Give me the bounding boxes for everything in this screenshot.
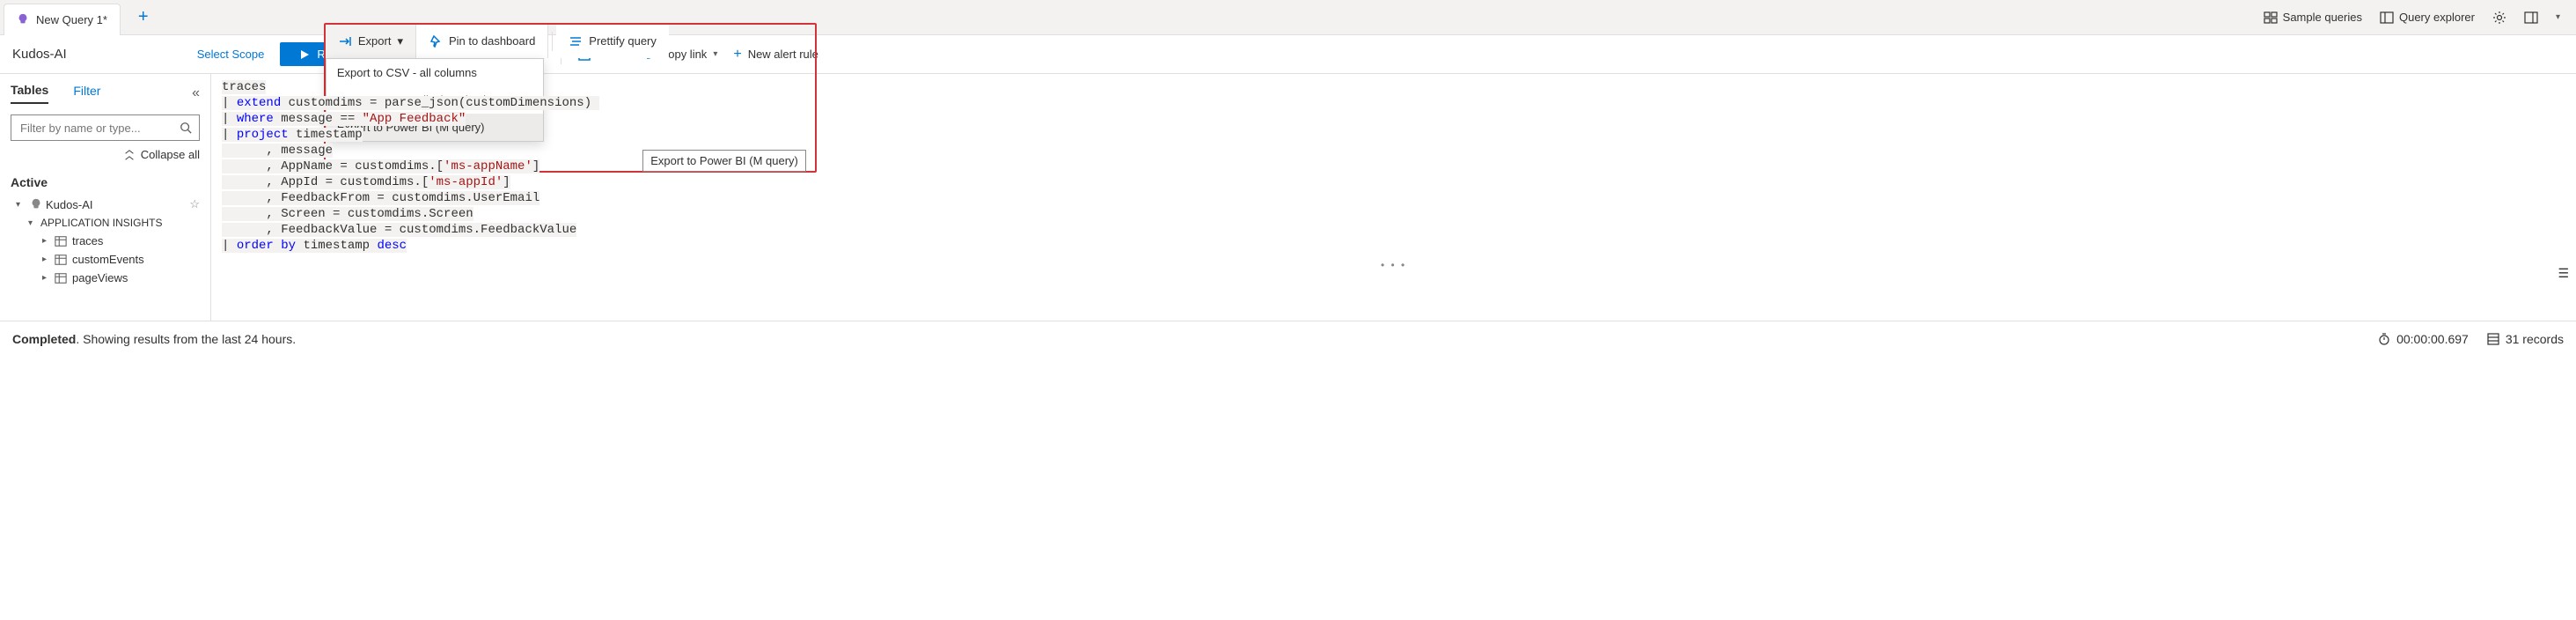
toolbar: Kudos-AI Select Scope Run Time range : L… bbox=[0, 35, 2576, 74]
favorite-star-icon[interactable]: ☆ bbox=[189, 197, 200, 211]
tables-tree: Active ▾ Kudos-AI ☆ ▾ APPLICATION INSIGH… bbox=[11, 170, 200, 287]
query-duration: 00:00:00.697 bbox=[2377, 332, 2469, 346]
records-icon bbox=[2486, 332, 2500, 346]
sidebar: Tables Filter « Collapse all Active ▾ Ku… bbox=[0, 74, 211, 321]
query-tab-bar: New Query 1* + Sample queries Query expl… bbox=[0, 0, 2576, 35]
sidebar-search-input[interactable] bbox=[18, 121, 180, 136]
tab-tables[interactable]: Tables bbox=[11, 83, 48, 104]
sidebar-collapse-chevron[interactable]: « bbox=[192, 85, 200, 101]
scroll-up-icon[interactable]: ☰ bbox=[2558, 266, 2569, 281]
lightbulb-icon bbox=[17, 13, 29, 26]
time-range-picker[interactable]: Time range : Last 24 hours bbox=[373, 42, 545, 66]
code-content: traces | extend customdims = parse_json(… bbox=[211, 74, 2576, 259]
table-icon bbox=[55, 254, 67, 266]
play-icon bbox=[299, 49, 310, 60]
run-button[interactable]: Run bbox=[280, 42, 357, 66]
search-icon bbox=[180, 122, 192, 134]
chevron-down-icon[interactable]: ▾ bbox=[2556, 12, 2560, 22]
table-icon bbox=[55, 235, 67, 247]
tree-item-customevents[interactable]: ▸ customEvents bbox=[11, 250, 200, 269]
tab-label: New Query 1* bbox=[36, 13, 107, 26]
tree-group-appinsights[interactable]: ▾ APPLICATION INSIGHTS bbox=[11, 214, 200, 232]
new-alert-rule-button[interactable]: + New alert rule bbox=[733, 47, 818, 63]
prettify-icon bbox=[569, 34, 583, 48]
status-bar: Completed. Showing results from the last… bbox=[0, 321, 2576, 356]
stopwatch-icon bbox=[2377, 332, 2391, 346]
record-count: 31 records bbox=[2486, 332, 2564, 346]
tree-root-kudos[interactable]: ▾ Kudos-AI ☆ bbox=[11, 195, 200, 214]
query-explorer-button[interactable]: Query explorer bbox=[2380, 11, 2475, 25]
lightbulb-icon bbox=[30, 198, 42, 210]
table-icon bbox=[55, 272, 67, 284]
query-tab-active[interactable]: New Query 1* bbox=[4, 4, 121, 35]
tab-filter[interactable]: Filter bbox=[73, 84, 100, 103]
query-editor[interactable]: traces | extend customdims = parse_json(… bbox=[211, 74, 2576, 321]
resize-handle[interactable]: • • • bbox=[211, 259, 2576, 271]
status-text: . Showing results from the last 24 hours… bbox=[76, 332, 296, 346]
panel-icon[interactable] bbox=[2524, 11, 2538, 25]
save-icon bbox=[577, 48, 591, 62]
tree-item-traces[interactable]: ▸ traces bbox=[11, 232, 200, 250]
tree-item-pageviews[interactable]: ▸ pageViews bbox=[11, 269, 200, 287]
link-icon bbox=[640, 48, 654, 62]
collapse-all-button[interactable]: Collapse all bbox=[11, 148, 200, 161]
collapse-all-icon bbox=[123, 149, 136, 161]
settings-icon[interactable] bbox=[2492, 11, 2506, 25]
save-button[interactable]: Save bbox=[577, 48, 624, 62]
select-scope-link[interactable]: Select Scope bbox=[197, 48, 265, 61]
plus-icon: + bbox=[733, 47, 741, 63]
status-completed: Completed bbox=[12, 332, 76, 346]
sample-queries-button[interactable]: Sample queries bbox=[2264, 11, 2362, 25]
tree-active-header: Active bbox=[11, 175, 200, 189]
new-tab-button[interactable]: + bbox=[131, 7, 156, 27]
scope-name: Kudos-AI bbox=[12, 47, 67, 62]
sidebar-search[interactable] bbox=[11, 114, 200, 141]
copy-link-button[interactable]: Copy link ▾ bbox=[640, 48, 718, 62]
sample-queries-icon bbox=[2264, 11, 2278, 25]
query-explorer-icon bbox=[2380, 11, 2394, 25]
